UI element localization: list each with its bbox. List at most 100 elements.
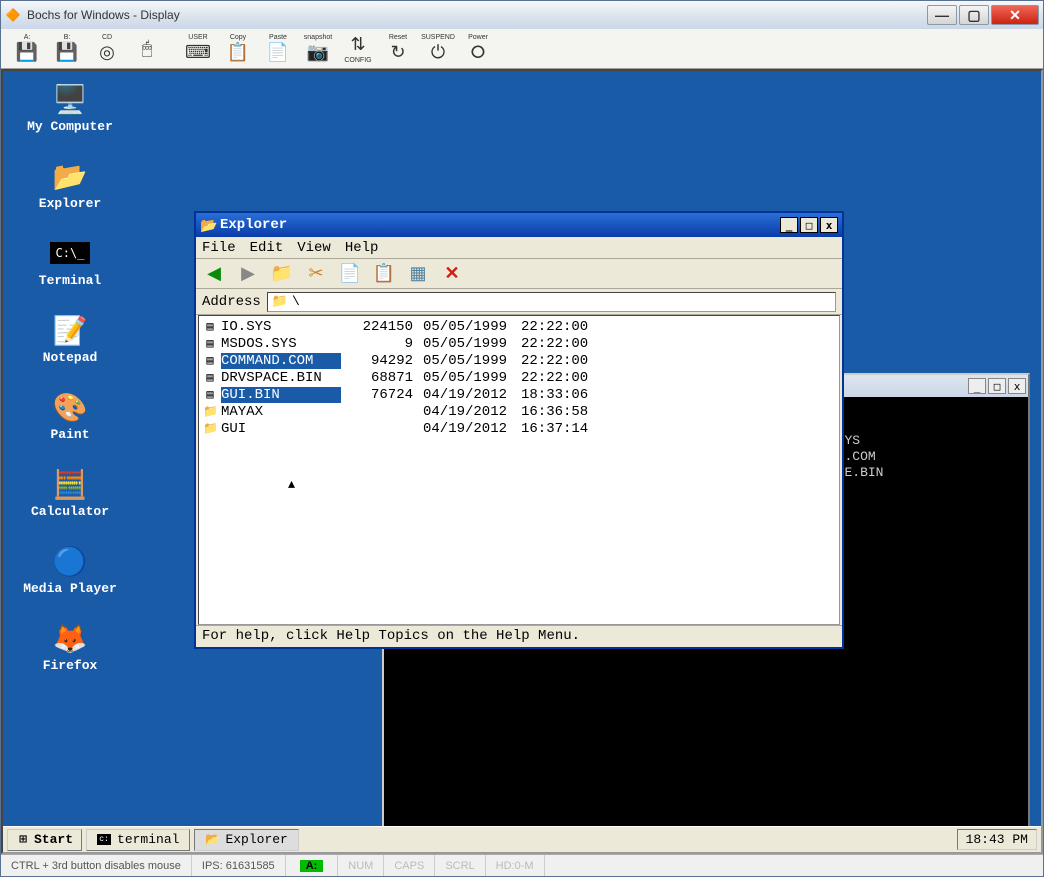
explorer-toolbar: ◀ ▶ 📁 ✂ 📄 📋 ▦ ✕: [196, 259, 842, 289]
paste-button[interactable]: Paste📄: [260, 31, 296, 67]
folder-icon: 📂: [50, 158, 90, 194]
reset-button[interactable]: Reset↻: [380, 31, 416, 67]
file-icon: ▤: [203, 319, 217, 334]
status-hd: HD:0-M: [486, 855, 545, 876]
file-date: 05/05/1999: [417, 370, 517, 386]
paint-glyph-icon: 🎨: [50, 389, 90, 425]
maximize-button[interactable]: ▢: [959, 5, 989, 25]
computer-icon: 🖥️: [50, 81, 90, 117]
explorer-max-button[interactable]: □: [800, 217, 818, 233]
guest-desktop[interactable]: 🖥️My Computer 📂Explorer C:\_Terminal 📝No…: [1, 69, 1043, 854]
menu-help[interactable]: Help: [345, 240, 379, 256]
file-time: 22:22:00: [521, 353, 611, 369]
menu-edit[interactable]: Edit: [250, 240, 284, 256]
file-list[interactable]: ▤IO.SYS22415005/05/199922:22:00▤MSDOS.SY…: [198, 315, 840, 625]
start-flag-icon: ⊞: [16, 833, 30, 847]
address-label: Address: [202, 294, 261, 310]
explorer-min-button[interactable]: _: [780, 217, 798, 233]
calculator-icon[interactable]: 🧮Calculator: [15, 466, 125, 519]
file-time: 22:22:00: [521, 370, 611, 386]
explorer-title: Explorer: [220, 217, 780, 233]
view-icons-button[interactable]: ▦: [406, 262, 430, 286]
file-name: MAYAX: [221, 404, 341, 420]
start-button[interactable]: ⊞Start: [7, 829, 82, 851]
terminal-max-button[interactable]: □: [988, 378, 1006, 394]
paste-toolbar-button[interactable]: 📋: [372, 262, 396, 286]
bochs-statusbar: CTRL + 3rd button disables mouse IPS: 61…: [1, 854, 1043, 876]
copy-button[interactable]: Copy📋: [220, 31, 256, 67]
address-value: \: [292, 294, 300, 309]
explorer-window[interactable]: 📂 Explorer _ □ x File Edit View Help ◀ ▶…: [194, 211, 844, 649]
explorer-titlebar[interactable]: 📂 Explorer _ □ x: [196, 213, 842, 237]
close-button[interactable]: ✕: [991, 5, 1039, 25]
explorer-icon[interactable]: 📂Explorer: [15, 158, 125, 211]
file-date: 05/05/1999: [417, 319, 517, 335]
status-ips: IPS: 61631585: [192, 855, 286, 876]
terminal-glyph-icon: C:\_: [50, 235, 90, 271]
forward-button[interactable]: ▶: [236, 262, 260, 286]
app-icon: 🔶: [5, 7, 21, 23]
file-time: 18:33:06: [521, 387, 611, 403]
file-icon: ▤: [203, 387, 217, 402]
file-row[interactable]: ▤MSDOS.SYS905/05/199922:22:00: [203, 335, 835, 352]
explorer-statusbar: For help, click Help Topics on the Help …: [196, 625, 842, 647]
file-name: MSDOS.SYS: [221, 336, 341, 352]
mouse-button[interactable]: 🖱: [129, 31, 165, 67]
file-row[interactable]: ▤GUI.BIN7672404/19/201218:33:06: [203, 386, 835, 403]
cd-button[interactable]: CD◎: [89, 31, 125, 67]
delete-button[interactable]: ✕: [440, 262, 464, 286]
status-scrl: SCRL: [435, 855, 485, 876]
firefox-glyph-icon: 🦊: [50, 620, 90, 656]
cut-button[interactable]: ✂: [304, 262, 328, 286]
back-button[interactable]: ◀: [202, 262, 226, 286]
file-row[interactable]: 📁MAYAX04/19/201216:36:58: [203, 403, 835, 420]
file-row[interactable]: ▤DRVSPACE.BIN6887105/05/199922:22:00: [203, 369, 835, 386]
status-num: NUM: [338, 855, 384, 876]
user-button[interactable]: USER⌨: [180, 31, 216, 67]
menu-view[interactable]: View: [297, 240, 331, 256]
file-icon: ▤: [203, 370, 217, 385]
taskbar-explorer[interactable]: 📂Explorer: [194, 829, 298, 851]
up-folder-button[interactable]: 📁: [270, 262, 294, 286]
minimize-button[interactable]: —: [927, 5, 957, 25]
file-name: COMMAND.COM: [221, 353, 341, 369]
address-field[interactable]: 📁 \: [267, 292, 836, 312]
taskbar-clock: 18:43 PM: [957, 829, 1037, 850]
guest-taskbar: ⊞Start c:terminal 📂Explorer 18:43 PM: [3, 826, 1041, 852]
firefox-icon[interactable]: 🦊Firefox: [15, 620, 125, 673]
floppy-a-button[interactable]: A:💾: [9, 31, 45, 67]
toolbar-sep: [171, 33, 174, 65]
file-row[interactable]: ▤IO.SYS22415005/05/199922:22:00: [203, 318, 835, 335]
media-player-icon[interactable]: 🔵Media Player: [15, 543, 125, 596]
file-row[interactable]: 📁GUI04/19/201216:37:14: [203, 420, 835, 437]
config-button[interactable]: ⇅CONFIG: [340, 31, 376, 67]
terminal-icon[interactable]: C:\_Terminal: [15, 235, 125, 288]
my-computer-icon[interactable]: 🖥️My Computer: [15, 81, 125, 134]
notepad-glyph-icon: 📝: [50, 312, 90, 348]
window-title: Bochs for Windows - Display: [27, 8, 927, 22]
file-time: 22:22:00: [521, 319, 611, 335]
file-date: 04/19/2012: [417, 421, 517, 437]
outer-titlebar[interactable]: 🔶 Bochs for Windows - Display — ▢ ✕: [1, 1, 1043, 29]
notepad-icon[interactable]: 📝Notepad: [15, 312, 125, 365]
file-date: 05/05/1999: [417, 353, 517, 369]
file-size: 224150: [345, 319, 413, 335]
terminal-min-button[interactable]: _: [968, 378, 986, 394]
suspend-button[interactable]: SUSPEND⏻: [420, 31, 456, 67]
calculator-glyph-icon: 🧮: [50, 466, 90, 502]
folder-icon: 📁: [203, 404, 217, 419]
copy-toolbar-button[interactable]: 📄: [338, 262, 362, 286]
file-icon: ▤: [203, 336, 217, 351]
media-glyph-icon: 🔵: [50, 543, 90, 579]
explorer-close-button[interactable]: x: [820, 217, 838, 233]
terminal-close-button[interactable]: x: [1008, 378, 1026, 394]
file-icon: ▤: [203, 353, 217, 368]
taskbar-terminal[interactable]: c:terminal: [86, 829, 190, 851]
file-name: GUI.BIN: [221, 387, 341, 403]
snapshot-button[interactable]: snapshot📷: [300, 31, 336, 67]
menu-file[interactable]: File: [202, 240, 236, 256]
paint-icon[interactable]: 🎨Paint: [15, 389, 125, 442]
floppy-b-button[interactable]: B:💾: [49, 31, 85, 67]
power-button[interactable]: Power⭘: [460, 31, 496, 67]
file-row[interactable]: ▤COMMAND.COM9429205/05/199922:22:00: [203, 352, 835, 369]
